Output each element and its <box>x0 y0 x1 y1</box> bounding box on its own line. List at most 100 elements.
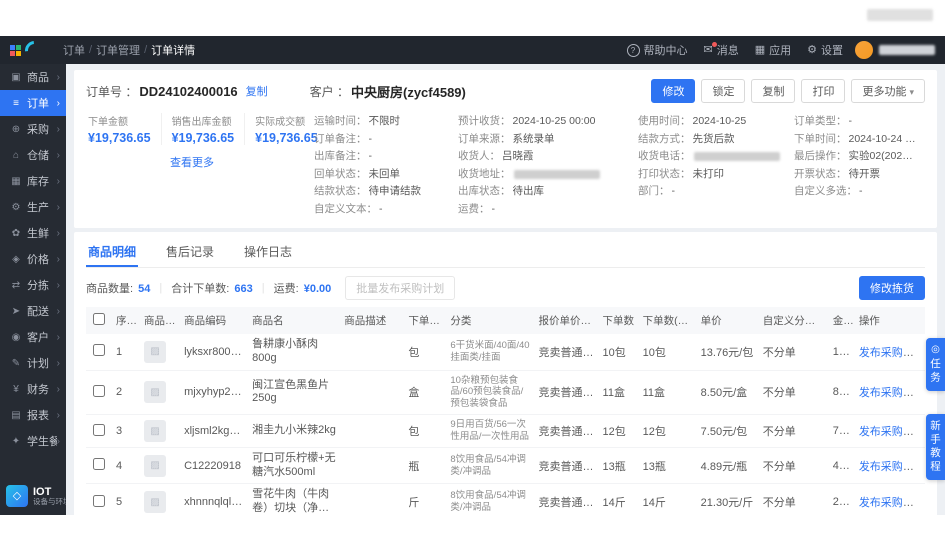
detail-field: 开票状态： 待开票 <box>794 166 917 184</box>
detail-field: 订单来源： 系统录单 <box>458 131 630 149</box>
row-select-cell <box>86 447 113 485</box>
row-checkbox[interactable] <box>93 494 105 507</box>
order-number: DD24102400016 <box>139 83 238 99</box>
topbar-action-help[interactable]: ? 帮助中心 <box>626 42 688 58</box>
table-header-row: 序号商品图片商品编码商品名商品描述下单单位分类报价单价格(判断)下单数下单数(订… <box>86 307 925 334</box>
sidebar-item-warehouse[interactable]: ⌂ 仓储 › <box>0 142 66 168</box>
publish-purchase-plan-link[interactable]: 发布采购计划 <box>859 347 925 359</box>
breadcrumb-item[interactable]: 订单 <box>63 42 85 58</box>
detail-value: 吕晓霞 <box>502 150 534 162</box>
product-image-placeholder: ▨ <box>144 340 167 363</box>
tab-logs[interactable]: 操作日志 <box>242 237 294 267</box>
order-unit: 盒 <box>404 370 447 416</box>
detail-value: 2024-10-25 00:00 <box>512 115 596 127</box>
sidebar-item-finance[interactable]: ¥ 财务 › <box>0 376 66 402</box>
chevron-right-icon: › <box>56 201 60 213</box>
topbar-action-apps[interactable]: ▦ 应用 <box>755 42 791 58</box>
order-unit: 瓶 <box>404 447 447 485</box>
table-row: 1▨ lyksxr800g7776鲁耕康小酥肉800g 包6干货米面/40面/40挂… <box>86 334 925 371</box>
detail-value: 不限时 <box>368 115 401 127</box>
tab-aftersale[interactable]: 售后记录 <box>164 237 216 267</box>
product-desc <box>340 370 405 416</box>
customer-name: 中央厨房(zycf4589) <box>351 84 466 100</box>
table-row: 2▨ mjxyhyp250g9196闽江宣色黑鱼片250g 盒10杂粮预包装食品/6… <box>86 370 925 416</box>
sidebar-item-delivery[interactable]: ➤ 配送 › <box>0 298 66 324</box>
sidebar-item-sorting[interactable]: ⇄ 分拣 › <box>0 272 66 298</box>
order-qty: 11盒 <box>598 370 639 416</box>
chevron-right-icon: › <box>56 71 60 83</box>
publish-purchase-plan-link[interactable]: 发布采购计划 <box>859 387 925 399</box>
page: 订单 / 订单管理 / 订单详情 ? 帮助中心 ✉ 消息 ▦ 应用 ⚙ 设置 ▣ 商品 › ≡ 订单 › ⊕ 采购 ›… <box>0 0 945 544</box>
guide-float-tab[interactable]: 新手教程 <box>926 414 945 480</box>
stat-label: 运费: <box>273 283 302 295</box>
chevron-right-icon: › <box>56 149 60 161</box>
sidebar-item-inventory[interactable]: ▦ 库存 › <box>0 168 66 194</box>
table-row: 5▨ xhnnnqlqlqc4920雪花牛肉（牛肉卷）切块（净菜） 斤8饮用食品/5… <box>86 483 925 515</box>
iot-widget[interactable]: ◇ IOT 设备与环境 <box>0 479 71 513</box>
sidebar-item-label: 配送 <box>27 306 49 318</box>
detail-field: 自定义文本： - <box>314 201 450 219</box>
unit-price: 13.76元/包 <box>696 334 759 371</box>
sidebar-item-price[interactable]: ◈ 价格 › <box>0 246 66 272</box>
order-qty: 12包 <box>598 414 639 448</box>
breadcrumb-item[interactable]: 订单管理 <box>96 42 140 58</box>
modify-picking-button[interactable]: 修改拣货 <box>859 276 925 300</box>
publish-purchase-plan-link[interactable]: 发布采购计划 <box>859 497 925 509</box>
row-checkbox[interactable] <box>93 344 105 357</box>
orders-icon: ≡ <box>13 97 19 109</box>
batch-publish-button[interactable]: 批量发布采购计划 <box>345 276 456 300</box>
row-checkbox[interactable] <box>93 423 105 436</box>
price-icon: ◈ <box>12 253 20 265</box>
chevron-right-icon: › <box>56 227 60 239</box>
chevron-right-icon: › <box>56 409 60 421</box>
column-header: 序号 <box>112 307 141 334</box>
more-actions-button[interactable]: 更多功能 ▾ <box>851 79 925 103</box>
column-header: 下单单位 <box>404 307 447 334</box>
topbar-action-settings[interactable]: ⚙ 设置 <box>807 42 843 58</box>
publish-purchase-plan-link[interactable]: 发布采购计划 <box>859 461 925 473</box>
amount: 13... <box>828 334 855 371</box>
sidebar-item-planning[interactable]: ✎ 计划 › <box>0 350 66 376</box>
stats-row-items: 商品数量: 54 | 合计下单数: 663 | 运费: ¥0.00 <box>86 280 331 296</box>
row-checkbox[interactable] <box>93 384 105 397</box>
publish-purchase-plan-link[interactable]: 发布采购计划 <box>859 426 925 438</box>
sidebar-item-fresh[interactable]: ✿ 生鲜 › <box>0 220 66 246</box>
print-order-button[interactable]: 打印 <box>801 79 846 103</box>
task-icon: ◎ <box>931 344 940 355</box>
product-image-placeholder: ▨ <box>144 381 167 404</box>
detail-label: 预计收货： <box>458 115 511 127</box>
order-metrics-block: 下单金额 ¥19,736.65 销售出库金额 ¥19,736.65 实际成交额 ¥19,7… <box>86 113 318 218</box>
copy-order-button[interactable]: 复制 <box>751 79 796 103</box>
chevron-right-icon: › <box>56 279 60 291</box>
product-code: C12220918 <box>180 447 249 485</box>
row-checkbox[interactable] <box>93 458 105 471</box>
metric-value: ¥19,736.65 <box>171 131 235 145</box>
task-float-tab[interactable]: ◎ 任务 <box>926 338 945 391</box>
sidebar-item-orders[interactable]: ≡ 订单 › <box>0 90 66 116</box>
detail-value: 2024-10-25 <box>692 115 747 127</box>
copy-order-number-link[interactable]: 复制 <box>246 83 268 99</box>
tab-items[interactable]: 商品明细 <box>86 237 139 267</box>
sidebar-item-goods[interactable]: ▣ 商品 › <box>0 64 66 90</box>
sidebar-item-production[interactable]: ⚙ 生产 › <box>0 194 66 220</box>
detail-field: 收货地址： <box>458 166 630 184</box>
detail-value: - <box>379 202 383 215</box>
modify-order-button[interactable]: 修改 <box>651 79 696 103</box>
detail-label: 出库备注： <box>314 150 367 162</box>
sidebar-item-customers[interactable]: ◉ 客户 › <box>0 324 66 350</box>
apps-icon: ▦ <box>754 43 766 56</box>
sidebar-item-label: 价格 <box>27 254 49 266</box>
lock-order-button[interactable]: 锁定 <box>701 79 746 103</box>
topbar-action-messages[interactable]: ✉ 消息 <box>704 41 739 58</box>
view-more-link[interactable]: 查看更多 <box>86 154 298 170</box>
row-actions-cell: 发布采购计划 <box>854 334 925 371</box>
select-all-checkbox[interactable] <box>93 313 105 325</box>
detail-column: 运输时间： 不限时 订单备注： - 出库备注： - 回单状态： 未回单 结款状态： 待申请结款 自定… <box>314 113 458 218</box>
user-menu[interactable] <box>855 41 935 59</box>
row-actions-cell: 发布采购计划 <box>854 370 925 416</box>
order-qty: 10包 <box>598 334 639 371</box>
sidebar-item-student-meal[interactable]: ✦ 学生餐 › <box>0 428 66 454</box>
sidebar-item-purchase[interactable]: ⊕ 采购 › <box>0 116 66 142</box>
breadcrumb-separator: / <box>144 44 148 56</box>
sidebar-item-reports[interactable]: ▤ 报表 › <box>0 402 66 428</box>
